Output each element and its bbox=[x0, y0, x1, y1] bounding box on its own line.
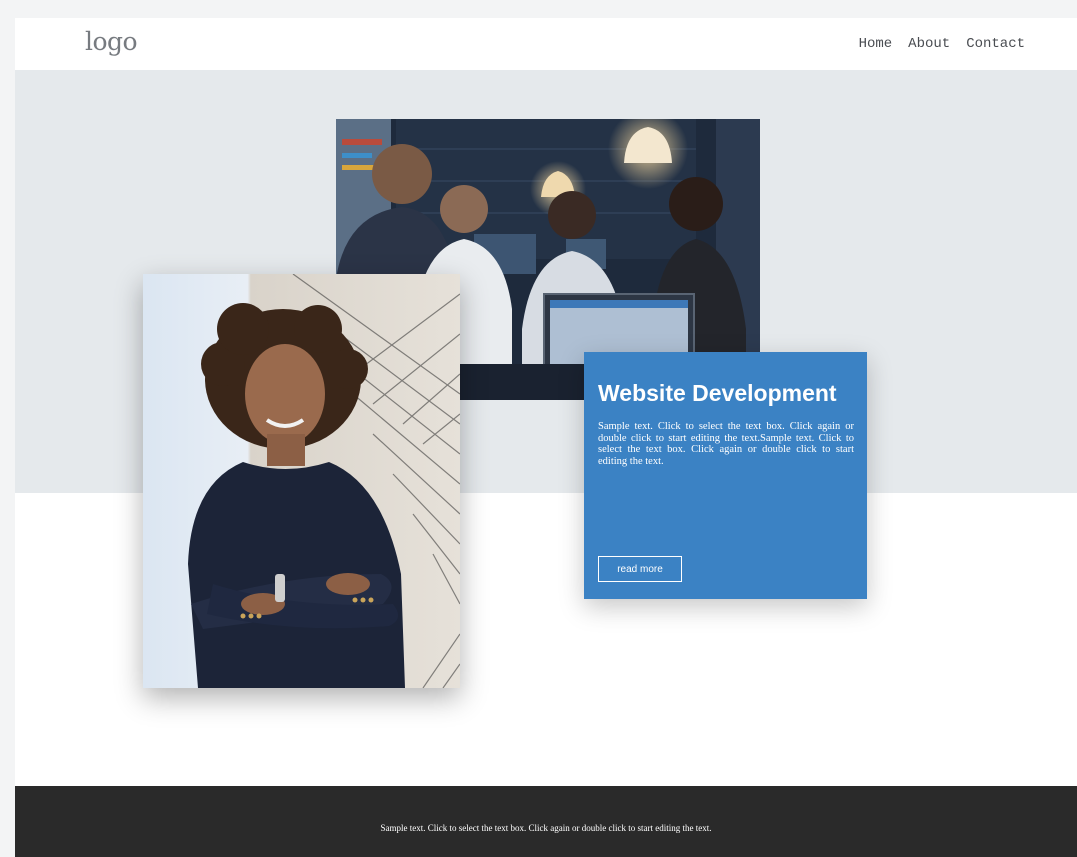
woman-portrait-image bbox=[143, 274, 460, 688]
service-card: Website Development Sample text. Click t… bbox=[584, 352, 867, 599]
nav-about[interactable]: About bbox=[908, 36, 950, 52]
nav-home[interactable]: Home bbox=[859, 36, 893, 52]
card-title: Website Development bbox=[598, 380, 837, 406]
woman-portrait-illustration bbox=[188, 274, 460, 688]
footer-text: Sample text. Click to select the text bo… bbox=[380, 823, 712, 833]
page: logo Home About Contact Website Developm… bbox=[15, 18, 1077, 857]
read-more-button[interactable]: read more bbox=[598, 556, 682, 582]
site-header: logo Home About Contact bbox=[15, 18, 1077, 70]
card-body-text: Sample text. Click to select the text bo… bbox=[598, 421, 854, 467]
nav-contact[interactable]: Contact bbox=[966, 36, 1025, 52]
site-footer: Sample text. Click to select the text bo… bbox=[15, 786, 1077, 857]
logo[interactable]: logo bbox=[85, 27, 138, 56]
main-nav: Home About Contact bbox=[859, 36, 1025, 52]
